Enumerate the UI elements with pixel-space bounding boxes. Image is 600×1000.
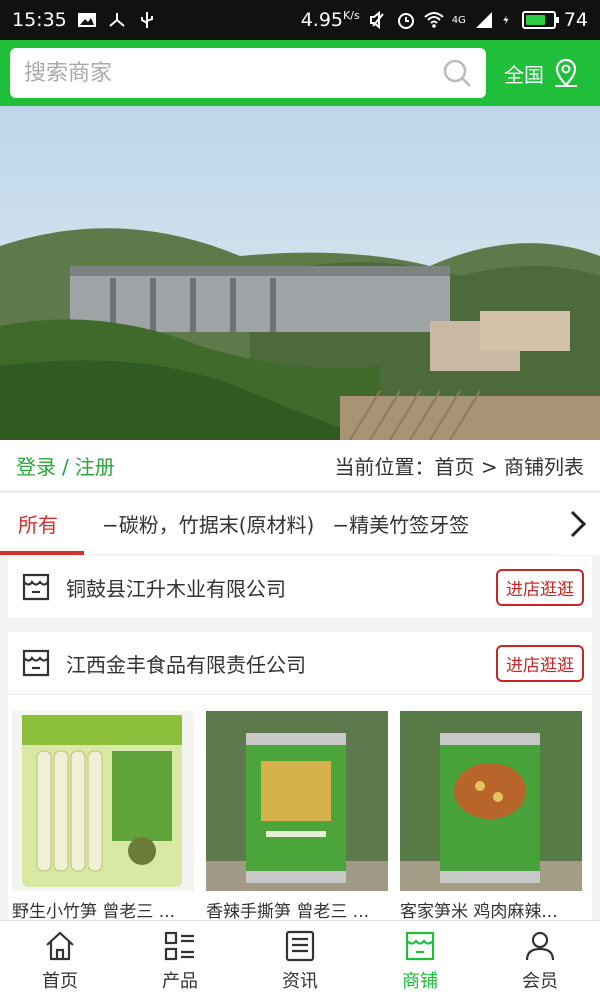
breadcrumb-bar: 登录 / 注册 当前位置：首页 > 商铺列表	[0, 440, 600, 490]
product-card[interactable]: 香辣手撕笋 曾老三 ...	[206, 711, 388, 922]
nav-label: 资讯	[282, 970, 318, 992]
location-pin-icon	[555, 58, 577, 87]
grid-list-icon	[164, 931, 194, 960]
product-name[interactable]: 香辣手撕笋 曾老三 ...	[206, 897, 388, 922]
image-notification-icon	[77, 13, 96, 27]
auth-separator: /	[62, 454, 69, 479]
product-card[interactable]: 野生小竹笋 曾老三 ...	[12, 711, 194, 922]
nav-stores[interactable]: 商铺	[360, 921, 480, 1000]
shop-row[interactable]: 铜鼓县江升木业有限公司 进店逛逛	[8, 556, 592, 618]
enter-shop-button[interactable]: 进店逛逛	[496, 568, 584, 606]
search-box[interactable]	[10, 48, 486, 98]
nav-home[interactable]: 首页	[0, 921, 120, 1000]
shop-name[interactable]: 江西金丰食品有限责任公司	[66, 649, 306, 678]
banner-image[interactable]	[0, 106, 600, 440]
product-name[interactable]: 客家笋米 鸡肉麻辣...	[400, 897, 582, 922]
enter-shop-button[interactable]: 进店逛逛	[496, 644, 584, 682]
home-icon	[46, 931, 74, 960]
register-link[interactable]: 注册	[75, 455, 115, 479]
product-image[interactable]	[12, 711, 194, 891]
product-strip: 野生小竹笋 曾老三 ... 香辣手撕笋 曾老三 ... 客家笋米 鸡肉麻辣...	[8, 694, 592, 922]
region-label: 全国	[504, 62, 544, 87]
breadcrumb: 当前位置：首页 > 商铺列表	[334, 454, 584, 479]
login-link[interactable]: 登录	[16, 455, 56, 479]
top-header: 全国	[0, 40, 600, 106]
shop-card: 铜鼓县江升木业有限公司 进店逛逛	[8, 556, 592, 618]
tab-carbon-powder[interactable]: −碳粉，竹据末(原材料)	[84, 493, 314, 555]
product-image[interactable]	[400, 711, 582, 891]
nav-label: 产品	[162, 970, 198, 992]
bottom-nav: 首页 产品 资讯 商铺 会员	[0, 920, 600, 1000]
search-input[interactable]	[24, 60, 442, 86]
product-card[interactable]: 客家笋米 鸡肉麻辣...	[400, 711, 582, 922]
charging-icon	[503, 15, 509, 25]
auth-links: 登录 / 注册	[16, 451, 115, 480]
battery-icon	[521, 11, 559, 29]
news-icon	[285, 930, 315, 961]
product-image[interactable]	[206, 711, 388, 891]
product-name[interactable]: 野生小竹笋 曾老三 ...	[12, 897, 194, 922]
store-icon	[22, 649, 50, 677]
nav-products[interactable]: 产品	[120, 921, 240, 1000]
tabs-scroll-right[interactable]	[556, 493, 600, 555]
alarm-icon	[397, 13, 414, 29]
nav-news[interactable]: 资讯	[240, 921, 360, 1000]
signal-icon	[475, 12, 492, 28]
region-selector[interactable]: 全国	[504, 58, 580, 88]
mute-icon	[369, 11, 384, 29]
tab-all[interactable]: 所有	[0, 493, 84, 555]
nav-member[interactable]: 会员	[480, 921, 600, 1000]
nav-label: 商铺	[402, 970, 438, 992]
network-type: 4G	[451, 14, 466, 26]
nav-label: 首页	[42, 970, 78, 992]
chevron-right-icon	[570, 510, 587, 538]
status-bar: 15:35 4.95K/s 4G 74	[0, 0, 600, 40]
user-icon	[525, 931, 555, 960]
search-icon[interactable]	[442, 58, 472, 88]
usb-icon	[140, 12, 153, 28]
network-speed: 4.95K/s	[300, 9, 360, 31]
shop-row[interactable]: 江西金丰食品有限责任公司 进店逛逛	[8, 632, 592, 694]
clock: 15:35	[12, 9, 67, 31]
store-icon	[405, 931, 435, 960]
battery-level: 74	[563, 9, 588, 31]
shop-name[interactable]: 铜鼓县江升木业有限公司	[66, 573, 286, 602]
shop-card: 江西金丰食品有限责任公司 进店逛逛 野生小竹笋 曾老三 ... 香辣手撕笋 曾老…	[8, 632, 592, 922]
wifi-icon	[424, 12, 444, 28]
store-icon	[22, 573, 50, 601]
category-tabs: 所有 −碳粉，竹据末(原材料) −精美竹签牙签	[0, 492, 600, 555]
nav-label: 会员	[522, 970, 558, 992]
tab-bamboo-toothpick[interactable]: −精美竹签牙签	[314, 493, 469, 555]
share-notification-icon	[109, 13, 125, 27]
